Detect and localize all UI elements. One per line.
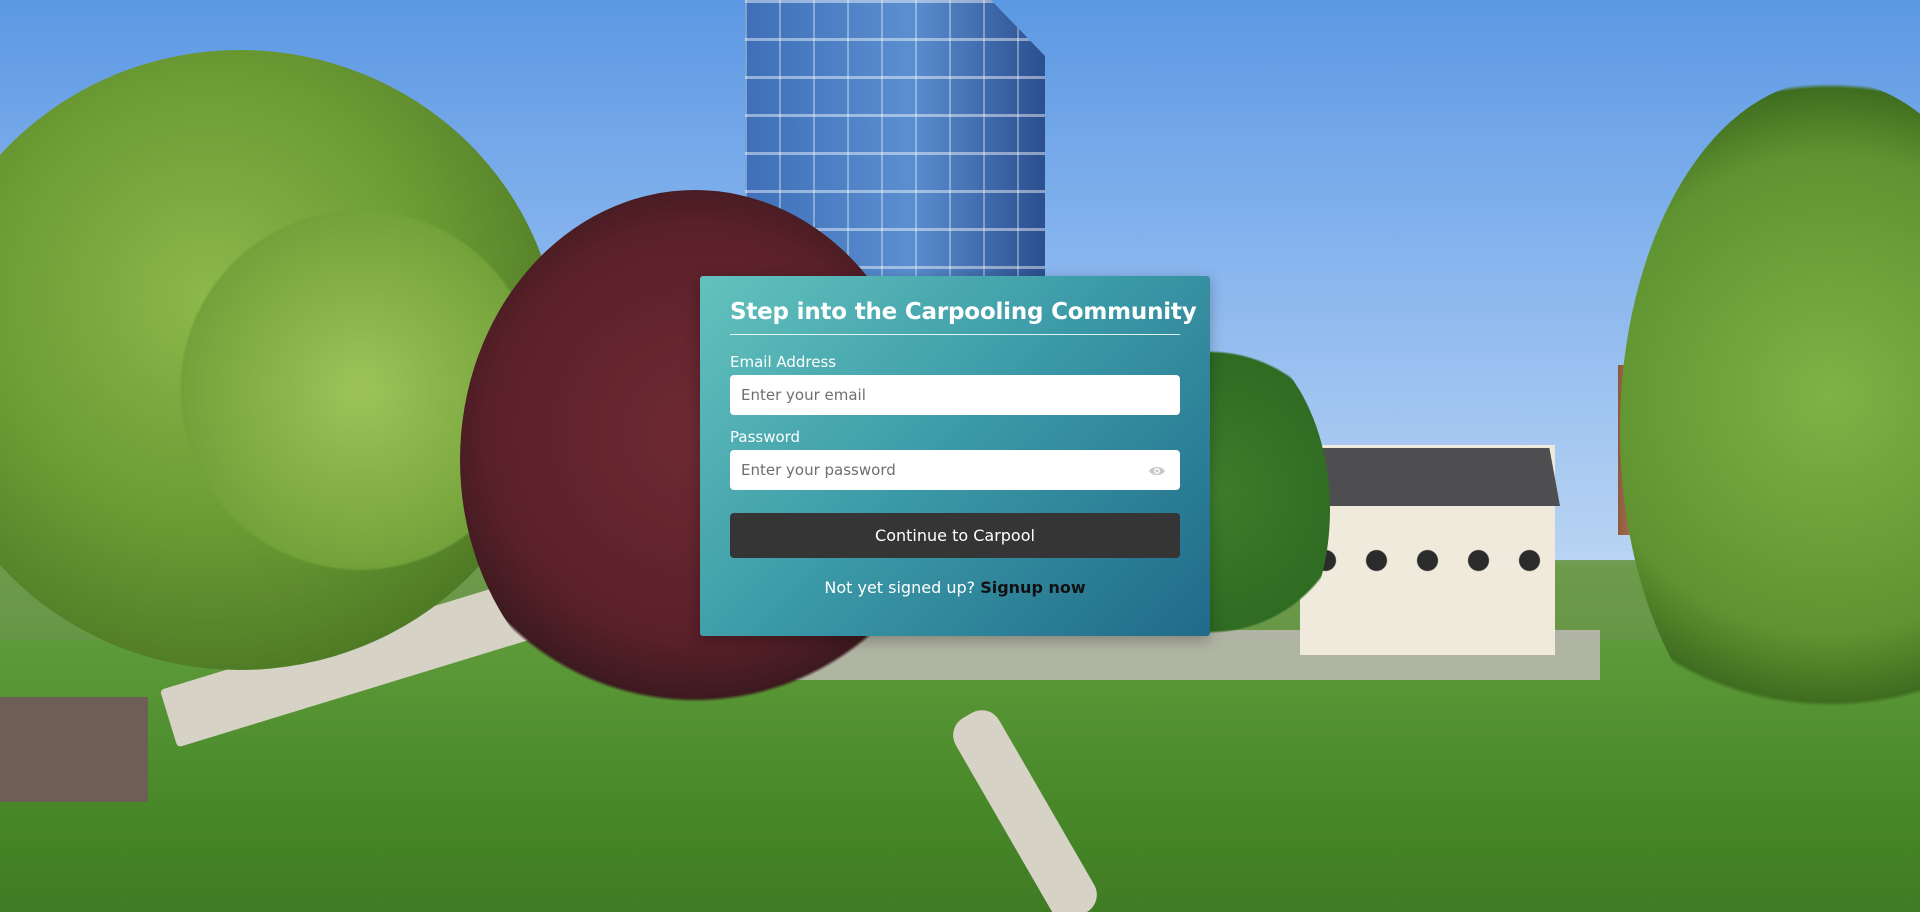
eye-icon[interactable] [1148, 463, 1166, 477]
email-input[interactable] [730, 374, 1180, 415]
background-building-roof [1295, 448, 1560, 506]
login-page: Step into the Carpooling Community Email… [0, 0, 1920, 912]
continue-button[interactable]: Continue to Carpool [730, 512, 1180, 558]
signup-row: Not yet signed up? Signup now [730, 578, 1180, 597]
password-input-wrapper [730, 449, 1180, 490]
login-card: Step into the Carpooling Community Email… [700, 276, 1210, 636]
signup-prompt: Not yet signed up? [824, 577, 976, 597]
password-label: Password [730, 427, 801, 446]
email-label: Email Address [730, 352, 837, 371]
signup-link[interactable]: Signup now [980, 578, 1085, 597]
title-divider [730, 333, 1180, 335]
login-title: Step into the Carpooling Community [730, 299, 1197, 325]
email-input-wrapper [730, 374, 1180, 415]
password-input[interactable] [730, 449, 1180, 490]
background-stone-wall [0, 697, 148, 802]
